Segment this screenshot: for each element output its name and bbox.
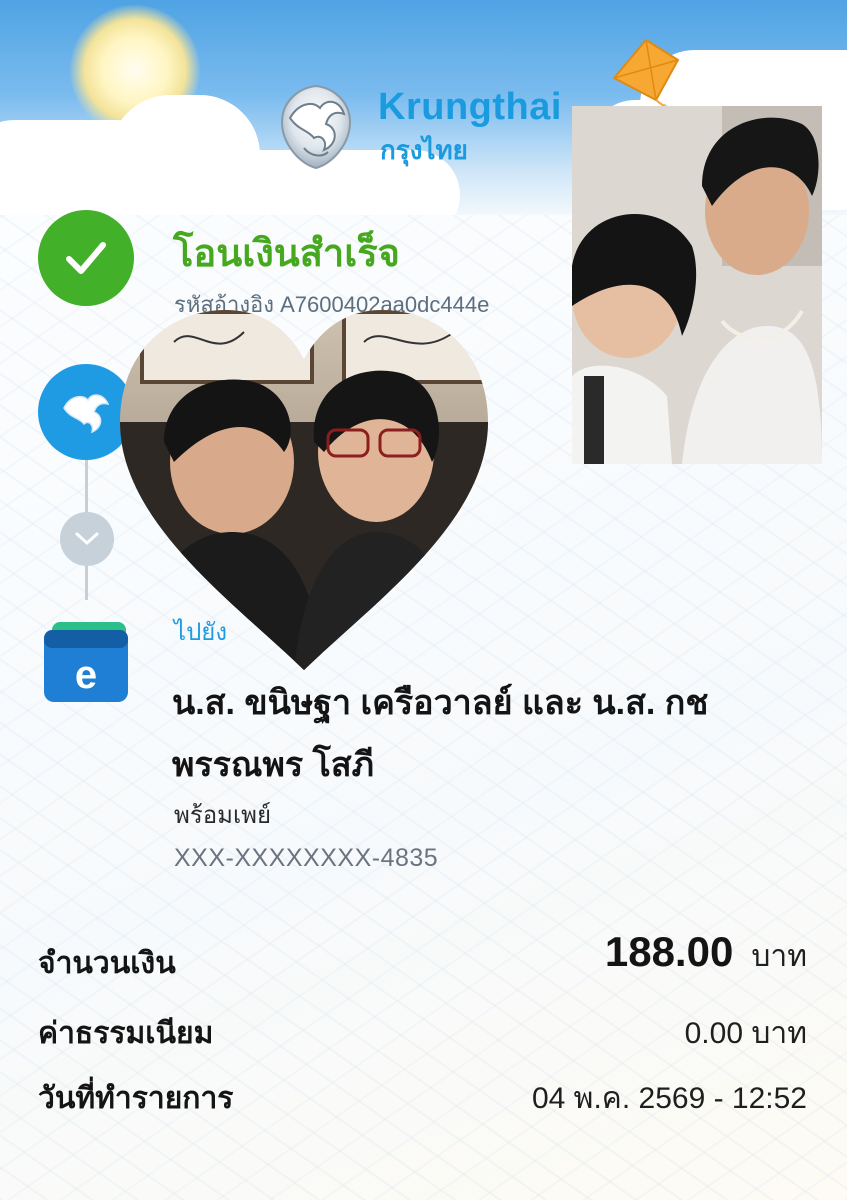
check-icon xyxy=(66,242,106,274)
amount-value: 188.00 บาท xyxy=(605,928,807,980)
amount-label: จำนวนเงิน xyxy=(38,947,176,980)
svg-text:e: e xyxy=(75,653,97,697)
transfer-status-title: โอนเงินสำเร็จ xyxy=(173,233,400,275)
recipient-name-line1: น.ส. ขนิษฐา เครือวาลย์ และ น.ส. กช xyxy=(172,684,709,722)
recipient-account-number: XXX-XXXXXXXX-4835 xyxy=(174,844,439,872)
heart-photo-sticker xyxy=(120,310,488,670)
brand-name-th: กรุงไทย xyxy=(380,135,468,165)
fee-label: ค่าธรรมเนียม xyxy=(38,1017,214,1050)
selfie-photo-sticker xyxy=(572,106,822,464)
amount-number: 188.00 xyxy=(604,928,734,975)
success-status-icon xyxy=(38,210,134,306)
fee-value: 0.00 บาท xyxy=(684,1017,807,1050)
payment-channel: พร้อมเพย์ xyxy=(174,802,272,829)
krungthai-logo-icon xyxy=(280,84,352,170)
transaction-date-value: 04 พ.ค. 2569 - 12:52 xyxy=(531,1082,807,1115)
brand-name-en: Krungthai xyxy=(378,86,562,128)
selfie-photo xyxy=(572,106,822,464)
krungthai-logo-icon xyxy=(63,394,110,434)
chevron-down-icon xyxy=(75,532,99,546)
expand-details-button[interactable] xyxy=(60,512,114,566)
recipient-name: น.ส. ขนิษฐา เครือวาลย์ และ น.ส. กช พรรณพ… xyxy=(172,672,812,796)
transaction-date-label: วันที่ทำรายการ xyxy=(38,1082,234,1115)
recipient-name-line2: พรรณพร โสภี xyxy=(172,746,375,784)
amount-currency: บาท xyxy=(751,940,807,973)
